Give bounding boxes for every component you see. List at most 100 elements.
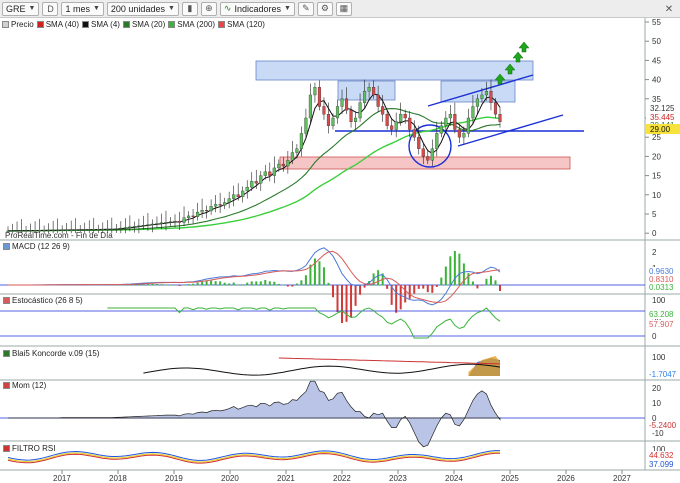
- price-value-tags: 32.125 35.445 30.141 29.00: [646, 104, 680, 134]
- macd-label[interactable]: MACD (12 26 9): [3, 242, 70, 251]
- momentum-axis-label: 20: [652, 384, 661, 393]
- resistance-zone[interactable]: [255, 60, 534, 81]
- rsi-label[interactable]: FILTRO RSI: [3, 444, 55, 453]
- macd-histogram-bar: [440, 277, 443, 286]
- candle-body: [168, 221, 173, 223]
- candle-body: [155, 223, 159, 225]
- macd-histogram-bar: [341, 285, 344, 324]
- sma20-line: [8, 108, 501, 232]
- candle-body: [326, 114, 331, 126]
- macd-histogram-bar: [295, 283, 298, 286]
- candle-body: [173, 220, 177, 223]
- macd-histogram-bar: [395, 285, 398, 313]
- macd-histogram-bar: [435, 285, 438, 287]
- candle-body: [381, 106, 385, 115]
- macd-signal-line: [8, 250, 501, 303]
- macd-histogram-bar: [183, 284, 186, 286]
- macd-histogram-bar: [174, 284, 177, 286]
- candle-body: [349, 110, 353, 122]
- candle-body: [200, 210, 204, 213]
- candle-body: [439, 125, 443, 134]
- support-zone[interactable]: [279, 156, 571, 170]
- macd-histogram-bar: [255, 281, 258, 286]
- indicator-swatch: [3, 243, 10, 250]
- price-tick-label: 5: [652, 210, 657, 219]
- indicator-swatch: [3, 382, 10, 389]
- sma-long-line: [8, 116, 501, 232]
- macd-histogram-bar: [187, 284, 190, 286]
- candle-body: [114, 228, 118, 230]
- indicator-swatch: [3, 350, 10, 357]
- stoch-axis-label: 100: [652, 296, 666, 305]
- macd-histogram-bar: [164, 284, 167, 286]
- candle-body: [313, 87, 317, 96]
- candle-body: [462, 133, 466, 138]
- koncorde-label[interactable]: Blai5 Koncorde v.09 (15): [3, 349, 99, 358]
- candle-body: [444, 117, 448, 126]
- stochastic-label[interactable]: Estocástico (26 8 5): [3, 296, 83, 305]
- macd-histogram-bar: [210, 280, 213, 286]
- momentum-value-tag: -5.2400: [649, 421, 677, 430]
- candle-body: [290, 152, 294, 161]
- macd-histogram-bar: [232, 282, 235, 286]
- macd-histogram-bar: [499, 285, 501, 291]
- macd-histogram-bar: [250, 281, 253, 286]
- candle-body: [254, 181, 258, 184]
- candle-body: [182, 217, 186, 223]
- candle-body: [236, 194, 240, 197]
- candle-body: [394, 121, 398, 130]
- candle-body: [484, 90, 489, 96]
- macd-histogram-bar: [214, 281, 217, 286]
- stoch-d-tag: 57.907: [649, 320, 674, 329]
- momentum-axis-label: 10: [652, 399, 661, 408]
- candle-body: [241, 190, 245, 197]
- candle-body: [363, 90, 367, 103]
- macd-histogram-bar: [264, 279, 267, 286]
- candle-body: [457, 129, 461, 138]
- candle-body: [209, 206, 213, 212]
- macd-histogram-bar: [291, 285, 294, 287]
- macd-histogram-bar: [345, 285, 348, 322]
- year-label: 2027: [613, 474, 631, 483]
- candle-body: [128, 226, 132, 228]
- year-label: 2022: [333, 474, 351, 483]
- candle-body: [331, 117, 335, 126]
- time-axis: 2017 2018 2019 2020 2021 2022 2023 2024 2025 2026…: [53, 470, 631, 483]
- macd-histogram-bar: [219, 281, 222, 286]
- chart-canvas[interactable]: 2100.96300.83100.0313 10050063.20857.907…: [0, 0, 680, 483]
- candle-body: [421, 148, 425, 157]
- candle-body: [435, 133, 439, 149]
- indicator-name: FILTRO RSI: [12, 444, 56, 453]
- macd-histogram-bar: [431, 285, 434, 293]
- macd-histogram-bar: [417, 285, 420, 289]
- macd-histogram-bar: [359, 285, 362, 295]
- candle-body: [493, 102, 498, 115]
- candle-body: [187, 215, 191, 218]
- candle-body: [119, 227, 123, 229]
- candle-body: [150, 223, 154, 225]
- macd-histogram-bar: [228, 283, 231, 286]
- macd-histogram-bar: [273, 281, 276, 286]
- price-tick-label: 10: [652, 191, 661, 200]
- candle-body: [245, 186, 249, 192]
- candle-body: [448, 114, 452, 119]
- year-label: 2026: [557, 474, 575, 483]
- candle-body: [137, 225, 141, 227]
- candle-body: [196, 211, 200, 217]
- candle-body: [250, 181, 254, 188]
- macd-histogram-bar: [259, 281, 262, 286]
- candle-body: [101, 229, 105, 231]
- momentum-label[interactable]: Mom (12): [3, 381, 46, 390]
- stoch-axis-label: 0: [652, 332, 657, 341]
- macd-histogram-bar: [196, 282, 199, 286]
- macd-histogram-bar: [377, 270, 380, 286]
- candle-body: [376, 94, 380, 107]
- macd-histogram-bar: [277, 283, 280, 286]
- macd-hist-tag: 0.0313: [649, 283, 674, 292]
- momentum-panel: 20100-10-5.2400: [0, 380, 680, 448]
- candle-body: [344, 98, 349, 111]
- macd-histogram-bar: [350, 285, 353, 318]
- candle-body: [317, 87, 321, 107]
- macd-histogram-bar: [331, 285, 334, 298]
- macd-histogram-bar: [336, 285, 339, 313]
